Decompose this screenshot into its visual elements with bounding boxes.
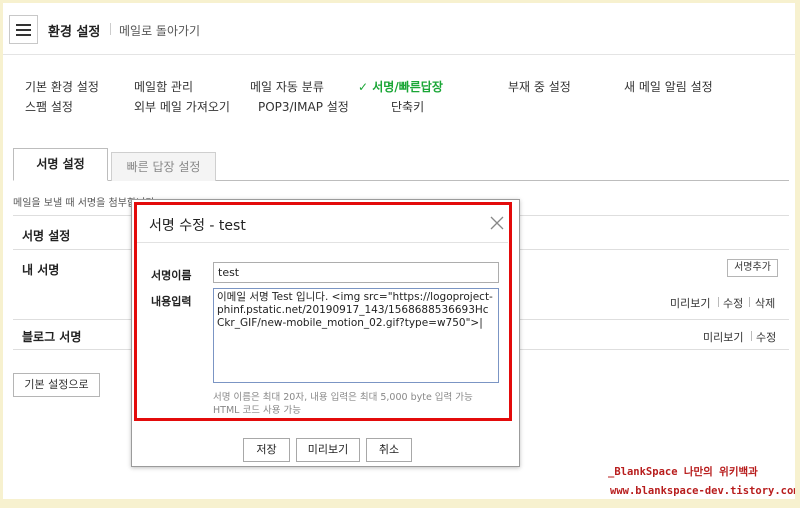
edit-signature-dialog: 서명 수정 - test 서명이름 내용입력 이메일 서명 Test 입니다. …	[131, 199, 520, 467]
page-title: 환경 설정	[48, 25, 101, 40]
input-limit-note: 서명 이름은 최대 20자, 내용 입력은 최대 5,000 byte 입력 가…	[213, 392, 473, 403]
nav-mailbox-management[interactable]: 메일함 관리	[134, 78, 193, 95]
blog-signature-edit-link[interactable]: 수정	[756, 329, 776, 345]
link-separator	[751, 331, 752, 341]
link-separator	[749, 297, 750, 307]
settings-page: 환경 설정 메일로 돌아가기 기본 환경 설정 메일함 관리 메일 자동 분류 …	[3, 3, 795, 499]
nav-out-of-office[interactable]: 부재 중 설정	[508, 78, 571, 95]
header-divider	[110, 23, 111, 35]
header: 환경 설정 메일로 돌아가기	[3, 3, 795, 55]
watermark-title: _BlankSpace 나만의 위키백과	[608, 466, 758, 478]
nav-signature-quick-reply[interactable]: ✓ 서명/빠른답장	[358, 78, 443, 95]
nav-shortcuts[interactable]: 단축키	[391, 98, 424, 115]
nav-new-mail-alert[interactable]: 새 메일 알림 설정	[624, 78, 713, 95]
tab-quick-reply-settings[interactable]: 빠른 답장 설정	[111, 152, 216, 181]
menu-icon-bar	[16, 24, 31, 26]
menu-icon-bar	[16, 34, 31, 36]
blog-signature-preview-link[interactable]: 미리보기	[703, 329, 743, 345]
signature-name-input[interactable]	[213, 262, 499, 283]
back-to-mail-link[interactable]: 메일로 돌아가기	[119, 22, 200, 39]
signature-content-textarea[interactable]: 이메일 서명 Test 입니다. <img src="https://logop…	[213, 288, 499, 383]
add-signature-button[interactable]: 서명추가	[727, 259, 778, 277]
dialog-title: 서명 수정 - test	[149, 218, 246, 234]
my-signature-preview-link[interactable]: 미리보기	[670, 295, 710, 311]
signature-settings-label: 서명 설정	[22, 229, 71, 243]
content-label: 내용입력	[151, 295, 192, 308]
watermark-url: www.blankspace-dev.tistory.com	[610, 485, 795, 497]
close-icon[interactable]	[489, 215, 505, 231]
nav-external-mail-import[interactable]: 외부 메일 가져오기	[134, 98, 230, 115]
save-button[interactable]: 저장	[243, 438, 290, 462]
nav-pop3-imap[interactable]: POP3/IMAP 설정	[258, 98, 349, 115]
dialog-title-divider	[137, 242, 508, 243]
nav-auto-sort[interactable]: 메일 자동 분류	[250, 78, 324, 95]
blog-signature-label: 블로그 서명	[22, 330, 82, 344]
my-signature-delete-link[interactable]: 삭제	[755, 295, 775, 311]
nav-basic-settings[interactable]: 기본 환경 설정	[25, 78, 99, 95]
nav-spam-settings[interactable]: 스팸 설정	[25, 98, 73, 115]
my-signature-label: 내 서명	[22, 263, 60, 277]
hamburger-menu-button[interactable]	[9, 15, 38, 44]
cancel-button[interactable]: 취소	[366, 438, 412, 462]
preview-button[interactable]: 미리보기	[296, 438, 360, 462]
menu-icon-bar	[16, 29, 31, 31]
reset-default-settings-button[interactable]: 기본 설정으로	[13, 373, 100, 397]
html-allowed-note: HTML 코드 사용 가능	[213, 405, 301, 416]
tab-signature-settings[interactable]: 서명 설정	[13, 148, 108, 181]
my-signature-edit-link[interactable]: 수정	[723, 295, 743, 311]
settings-tabs: 서명 설정 빠른 답장 설정	[13, 148, 789, 181]
link-separator	[718, 297, 719, 307]
signature-name-label: 서명이름	[151, 269, 192, 282]
